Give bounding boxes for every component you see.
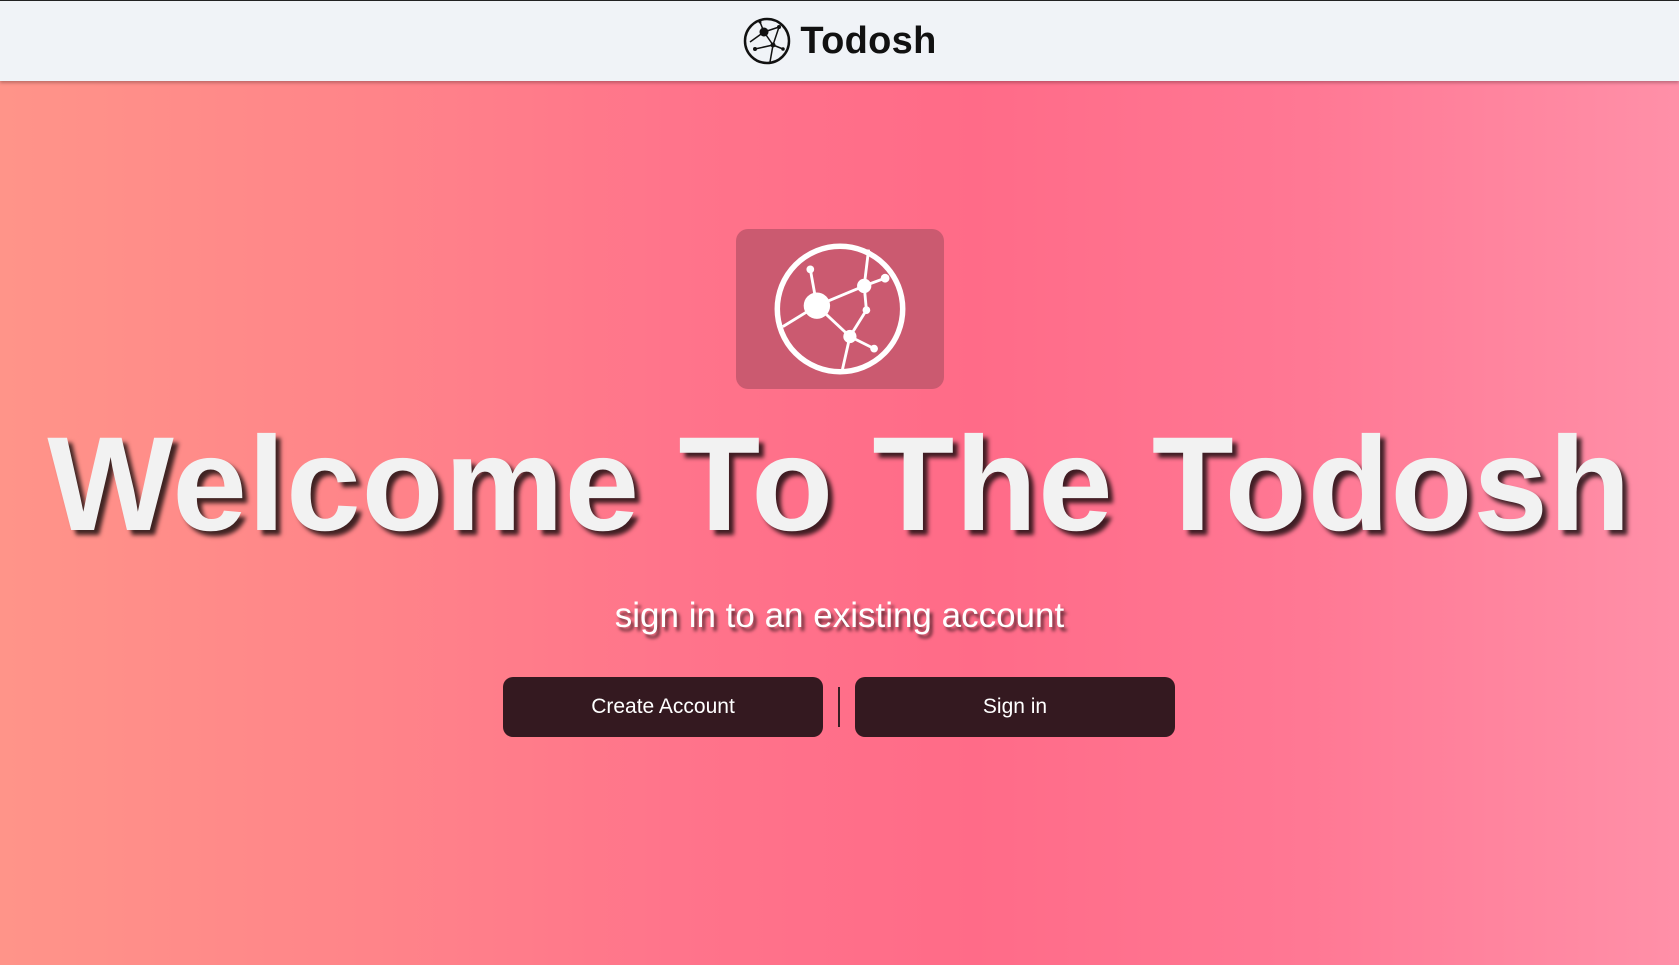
network-globe-icon <box>744 17 791 65</box>
sign-in-button[interactable]: Sign in <box>855 677 1175 737</box>
welcome-title: Welcome To The Todosh <box>47 410 1632 559</box>
button-divider <box>838 687 840 727</box>
brand-name: Todosh <box>800 19 937 62</box>
auth-actions: Create Account Sign in <box>503 677 1175 737</box>
top-navbar: Todosh <box>0 0 1679 81</box>
create-account-button[interactable]: Create Account <box>503 677 823 737</box>
hero-logo-box <box>736 229 944 389</box>
hero-subtitle: sign in to an existing account <box>614 596 1065 635</box>
brand-home-link[interactable]: Todosh <box>742 16 936 66</box>
hero-section: Welcome To The Todosh sign in to an exis… <box>0 81 1679 965</box>
network-globe-icon <box>774 243 906 375</box>
